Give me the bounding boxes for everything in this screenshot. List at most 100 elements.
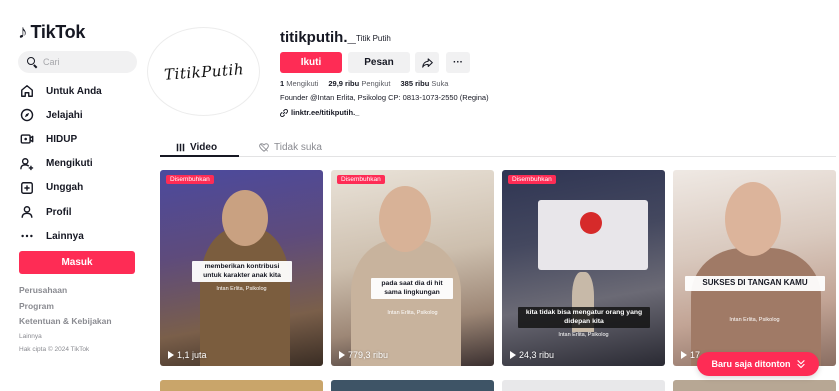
followers-count: 29,9 ribu — [328, 79, 360, 88]
follow-button[interactable]: Ikuti — [280, 52, 342, 73]
video-thumbnail-button — [580, 212, 602, 234]
recently-watched-button[interactable]: Baru saja ditonton — [697, 352, 819, 376]
sidebar-nav: Untuk Anda Jelajahi HIDUP Mengikuti Ungg… — [20, 79, 102, 248]
likes-label: Suka — [431, 79, 449, 88]
profile-stats: 1 Mengikuti 29,9 ribu Pengikut 385 ribu … — [280, 79, 448, 88]
following-icon — [20, 157, 34, 171]
play-icon — [339, 351, 345, 359]
more-options-button[interactable]: ··· — [446, 52, 470, 73]
share-icon — [421, 57, 433, 68]
followers-stat[interactable]: 29,9 ribu Pengikut — [328, 79, 390, 88]
tab-liked[interactable]: Tidak suka — [259, 137, 322, 157]
video-caption: pada saat dia di hit sama lingkungan — [371, 278, 453, 299]
video-caption: memberikan kontribusi untuk karakter ana… — [192, 261, 292, 282]
footer-link-terms[interactable]: Ketentuan & Kebijakan — [19, 314, 112, 330]
video-thumbnail-face — [222, 190, 268, 246]
avatar-logo-text: TitikPutih — [162, 59, 245, 84]
link-icon — [280, 108, 288, 117]
home-icon — [20, 84, 34, 98]
footer-copyright: Hak cipta © 2024 TikTok — [19, 345, 90, 353]
footer-link-program[interactable]: Program — [19, 299, 112, 315]
profile-tabs: Video Tidak suka — [160, 137, 836, 157]
video-card-peek[interactable] — [331, 380, 494, 391]
video-thumbnail-face — [379, 186, 431, 252]
likes-count: 385 ribu — [400, 79, 430, 88]
sidebar-item-label: Mengikuti — [46, 158, 93, 170]
sidebar-item-label: HIDUP — [46, 133, 78, 145]
play-icon — [510, 351, 516, 359]
video-thumbnail-screen — [538, 200, 648, 270]
video-thumbnail-figure — [200, 228, 290, 366]
grid-icon — [176, 143, 185, 151]
tab-active-indicator — [160, 155, 239, 157]
video-subtitle: Intan Erlita, Psikolog — [387, 310, 438, 316]
profile-username: titikputih._ — [280, 29, 356, 46]
video-view-count: 1,1 juta — [168, 350, 207, 360]
footer-link-more[interactable]: Lainnya — [19, 330, 112, 343]
compass-icon — [20, 108, 34, 122]
sidebar-item-jelajahi[interactable]: Jelajahi — [20, 103, 102, 127]
sidebar-item-unggah[interactable]: Unggah — [20, 176, 102, 200]
upload-icon — [20, 181, 34, 195]
heart-off-icon — [259, 142, 269, 152]
following-label: Mengikuti — [286, 79, 319, 88]
avatar[interactable]: TitikPutih — [147, 27, 260, 116]
following-count: 1 — [280, 79, 285, 88]
profile-link[interactable]: linktr.ee/titikputih._ — [280, 108, 359, 117]
more-icon — [20, 229, 34, 243]
live-icon — [20, 132, 34, 146]
tiktok-logo[interactable]: ♪ TikTok — [18, 22, 85, 43]
recently-watched-label: Baru saja ditonton — [711, 359, 791, 369]
video-card[interactable]: Disembuhkan kita tidak bisa mengatur ora… — [502, 170, 665, 366]
video-thumbnail-face — [725, 182, 781, 256]
video-views-text: 1,1 juta — [177, 350, 207, 360]
video-card[interactable]: Disembuhkan memberikan kontribusi untuk … — [160, 170, 323, 366]
sidebar: ♪ TikTok Untuk Anda Jelajahi HIDUP — [0, 0, 150, 391]
login-button[interactable]: Masuk — [19, 251, 135, 274]
chevron-double-down-icon — [796, 359, 805, 368]
sidebar-item-hidup[interactable]: HIDUP — [20, 127, 102, 151]
sidebar-item-label: Lainnya — [46, 230, 84, 242]
sidebar-item-label: Profil — [46, 206, 72, 218]
video-views-text: 24,3 ribu — [519, 350, 555, 360]
video-subtitle: Intan Erlita, Psikolog — [216, 286, 267, 292]
sidebar-footer: Perusahaan Program Ketentuan & Kebijakan… — [19, 283, 112, 356]
video-card-peek[interactable] — [673, 380, 836, 391]
likes-stat: 385 ribu Suka — [401, 79, 449, 88]
profile-icon — [20, 205, 34, 219]
search-bar[interactable] — [18, 51, 137, 73]
video-card-peek[interactable] — [160, 380, 323, 391]
video-subtitle: Intan Erlita, Psikolog — [558, 332, 609, 338]
video-card[interactable]: SUKSES DI TANGAN KAMU Intan Erlita, Psik… — [673, 170, 836, 366]
footer-link-company[interactable]: Perusahaan — [19, 283, 112, 299]
tiktok-note-icon: ♪ — [18, 22, 28, 43]
video-badge: Disembuhkan — [166, 175, 214, 184]
video-subtitle: Intan Erlita, Psikolog — [729, 317, 780, 323]
sidebar-item-label: Untuk Anda — [46, 85, 102, 97]
video-thumbnail-figure — [691, 248, 821, 366]
sidebar-item-lainnya[interactable]: Lainnya — [20, 224, 102, 248]
search-input[interactable] — [43, 57, 133, 67]
sidebar-item-mengikuti[interactable]: Mengikuti — [20, 152, 102, 176]
video-view-count: 24,3 ribu — [510, 350, 554, 360]
share-button[interactable] — [415, 52, 439, 73]
play-icon — [168, 351, 174, 359]
video-badge: Disembuhkan — [337, 175, 385, 184]
followers-label: Pengikut — [361, 79, 391, 88]
message-button[interactable]: Pesan — [348, 52, 410, 73]
video-card-peek[interactable] — [502, 380, 665, 391]
video-caption: kita tidak bisa mengatur orang yang dide… — [518, 307, 650, 328]
sidebar-item-untuk-anda[interactable]: Untuk Anda — [20, 79, 102, 103]
play-icon — [681, 351, 687, 359]
sidebar-item-label: Jelajahi — [46, 109, 83, 121]
profile-bio: Founder @Intan Erlita, Psikolog CP: 0813… — [280, 93, 489, 102]
profile-nickname: Titik Putih — [356, 34, 391, 43]
video-badge: Disembuhkan — [508, 175, 556, 184]
profile-link-text: linktr.ee/titikputih._ — [291, 108, 360, 117]
tab-liked-label: Tidak suka — [274, 141, 322, 153]
following-stat[interactable]: 1 Mengikuti — [280, 79, 318, 88]
sidebar-item-profil[interactable]: Profil — [20, 200, 102, 224]
tab-video[interactable]: Video — [176, 137, 217, 157]
video-card[interactable]: Disembuhkan pada saat dia di hit sama li… — [331, 170, 494, 366]
sidebar-item-label: Unggah — [46, 182, 84, 194]
